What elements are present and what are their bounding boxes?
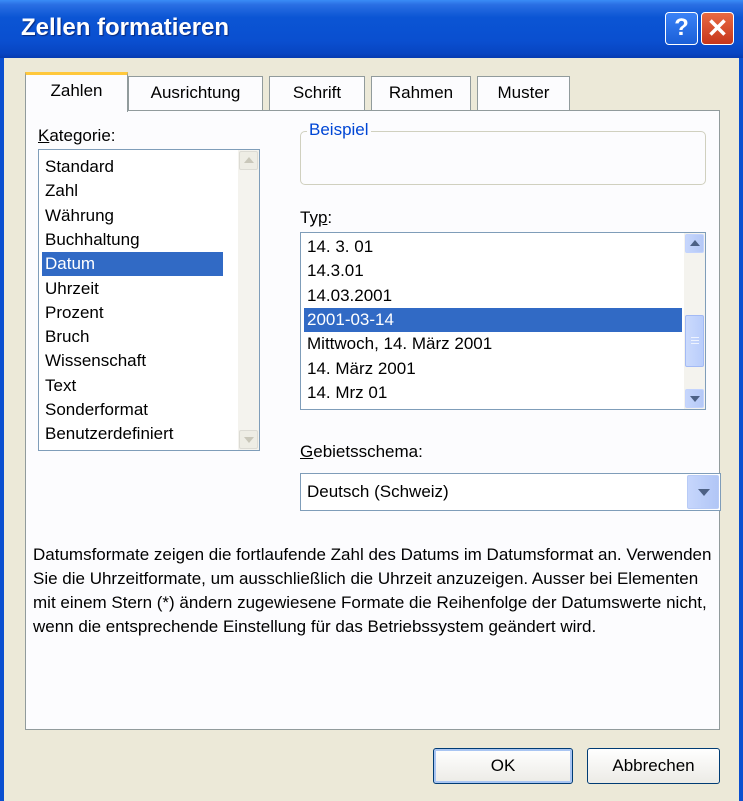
thumb-grip-line bbox=[691, 343, 699, 344]
tab-rahmen[interactable]: Rahmen bbox=[371, 76, 471, 110]
list-item[interactable]: Datum bbox=[42, 252, 223, 277]
list-item[interactable]: Sonderformat bbox=[42, 398, 223, 422]
list-item[interactable]: 14. März 2001 bbox=[304, 357, 682, 381]
kategorie-label-text: ategorie: bbox=[49, 126, 116, 145]
gebietsschema-accesskey: G bbox=[300, 442, 314, 461]
kategorie-list[interactable]: Standard Zahl Währung Buchhaltung Datum Uhrze… bbox=[38, 149, 260, 451]
close-icon[interactable]: ✕ bbox=[701, 12, 734, 45]
list-item[interactable]: Zahl bbox=[42, 179, 223, 203]
kategorie-accesskey: K bbox=[38, 126, 50, 145]
thumb-grip-line bbox=[691, 337, 699, 338]
chevron-up-icon bbox=[690, 240, 700, 246]
typ-list[interactable]: 14. 3. 01 14.3.01 14.03.2001 2001-03-14 Mitt… bbox=[300, 232, 706, 410]
scroll-down-button[interactable] bbox=[685, 389, 704, 408]
cancel-button[interactable]: Abbrechen bbox=[587, 748, 720, 784]
typ-accesskey: p bbox=[317, 208, 328, 227]
list-item[interactable]: Buchhaltung bbox=[42, 228, 223, 252]
list-item[interactable]: Mittwoch, 14. März 2001 bbox=[304, 332, 682, 356]
typ-label-pre: Ty bbox=[300, 208, 318, 227]
list-item[interactable]: 14. Mrz 01 bbox=[304, 381, 682, 405]
kategorie-label: Kategorie: bbox=[38, 126, 116, 146]
chevron-down-icon bbox=[698, 489, 710, 496]
list-item[interactable]: Text bbox=[42, 374, 223, 398]
tab-schrift[interactable]: Schrift bbox=[269, 76, 365, 110]
tab-zahlen[interactable]: Zahlen bbox=[25, 72, 128, 112]
title-bar[interactable]: Zellen formatieren ? ✕ bbox=[0, 0, 743, 58]
gebietsschema-label-text: ebietsschema: bbox=[313, 442, 423, 461]
list-item[interactable]: Standard bbox=[42, 155, 223, 179]
chevron-down-icon bbox=[690, 396, 700, 402]
list-item[interactable]: 14.03.2001 bbox=[304, 284, 682, 308]
scroll-up-button[interactable] bbox=[239, 151, 258, 170]
tab-ausrichtung[interactable]: Ausrichtung bbox=[128, 76, 263, 110]
ok-button[interactable]: OK bbox=[433, 748, 573, 784]
thumb-grip-line bbox=[691, 340, 699, 341]
category-description: Datumsformate zeigen die fortlaufende Za… bbox=[33, 545, 712, 636]
list-item[interactable]: Bruch bbox=[42, 325, 223, 349]
window-frame-right bbox=[739, 58, 743, 801]
scroll-down-button[interactable] bbox=[239, 430, 258, 449]
scroll-thumb[interactable] bbox=[685, 315, 704, 367]
dialog-title: Zellen formatieren bbox=[21, 14, 230, 41]
typ-scrollbar[interactable] bbox=[684, 233, 705, 409]
window-frame-left bbox=[0, 58, 4, 801]
list-item[interactable]: 14. 3. 01 bbox=[304, 235, 682, 259]
chevron-down-icon bbox=[244, 437, 254, 443]
tab-muster[interactable]: Muster bbox=[477, 76, 570, 110]
beispiel-label: Beispiel bbox=[307, 120, 371, 140]
typ-label-post: : bbox=[327, 208, 333, 227]
list-item[interactable]: Uhrzeit bbox=[42, 277, 223, 301]
chevron-up-icon bbox=[244, 157, 254, 163]
list-item[interactable]: 2001-03-14 bbox=[304, 307, 682, 332]
format-cells-dialog: Zellen formatieren ? ✕ Zahlen Ausrichtun… bbox=[0, 0, 743, 801]
scroll-up-button[interactable] bbox=[685, 234, 704, 253]
list-item[interactable]: 14.3.01 bbox=[304, 259, 682, 283]
gebietsschema-label: Gebietsschema: bbox=[300, 442, 423, 462]
combo-dropdown-button[interactable] bbox=[687, 475, 719, 509]
kategorie-scrollbar[interactable] bbox=[238, 150, 259, 450]
list-item[interactable]: Benutzerdefiniert bbox=[42, 422, 223, 446]
list-item[interactable]: Prozent bbox=[42, 301, 223, 325]
typ-label: Typ: bbox=[300, 208, 332, 228]
gebietsschema-value: Deutsch (Schweiz) bbox=[307, 482, 449, 501]
list-item[interactable]: Währung bbox=[42, 204, 223, 228]
help-icon[interactable]: ? bbox=[665, 12, 698, 45]
list-item[interactable]: Wissenschaft bbox=[42, 349, 223, 373]
gebietsschema-select[interactable]: Deutsch (Schweiz) bbox=[300, 473, 721, 511]
